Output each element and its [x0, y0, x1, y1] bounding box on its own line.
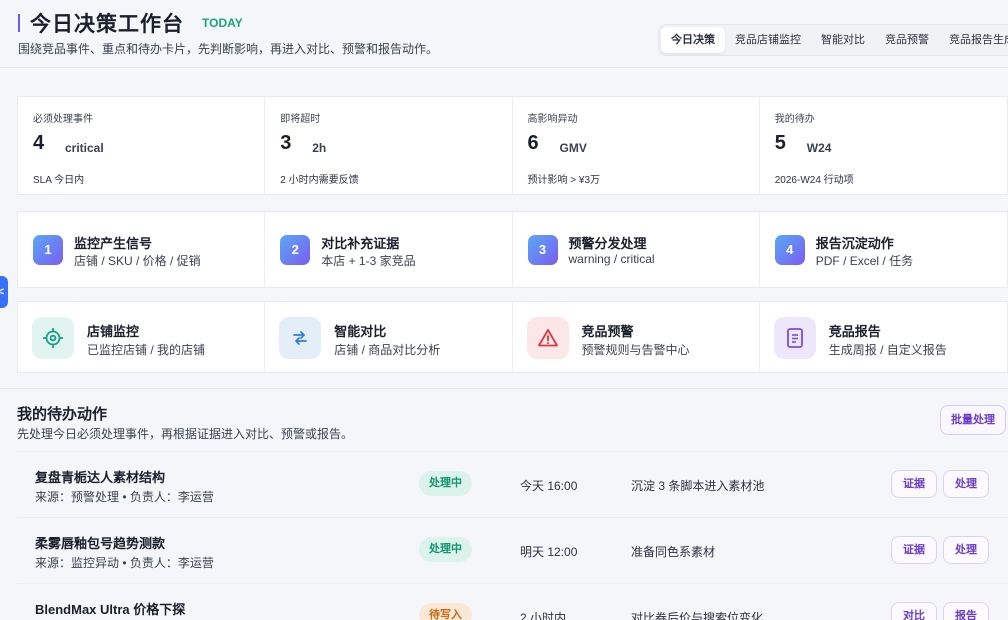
workflow-step: 2 对比补充证据 本店 + 1-3 家竞品 [265, 212, 513, 287]
stat-card[interactable]: 即将超时 3 2h 2 小时内需要反馈 [265, 97, 513, 194]
stat-value: 6 [527, 132, 539, 154]
todo-section: 我的待办动作 先处理今日必须处理事件，再根据证据进入对比、预警或报告。 批量处理… [0, 388, 1008, 620]
step-number-badge: 1 [33, 235, 63, 265]
warning-icon [526, 317, 569, 359]
tool-subtitle: 预警规则与告警中心 [581, 343, 690, 357]
step-subtitle: warning / critical [568, 252, 655, 266]
compare-button[interactable]: 对比 [891, 602, 937, 620]
todo-note: 对比券后价与搜索位变化 [631, 611, 764, 620]
todo-section-subtitle: 先处理今日必须处理事件，再根据证据进入对比、预警或报告。 [17, 427, 354, 441]
tool-subtitle: 店铺 / 商品对比分析 [334, 343, 441, 357]
tool-card-smart-compare[interactable]: 智能对比 店铺 / 商品对比分析 [265, 302, 513, 372]
stat-value: 4 [33, 132, 45, 154]
batch-process-button[interactable]: 批量处理 [940, 405, 1006, 435]
tab-shop-monitor[interactable]: 竞品店铺监控 [725, 27, 811, 53]
stat-footnote: 2 小时内需要反馈 [280, 175, 359, 186]
step-subtitle: PDF / Excel / 任务 [815, 254, 914, 268]
todo-name: 复盘青栀达人素材结构 [35, 470, 166, 485]
todo-name: 柔雾唇釉包号趋势测款 [35, 536, 166, 551]
tool-title: 智能对比 [334, 324, 387, 339]
step-title: 预警分发处理 [568, 236, 647, 251]
stat-footnote: 预计影响 > ¥3万 [527, 175, 601, 186]
stat-unit: critical [65, 141, 104, 155]
todo-note: 沉淀 3 条脚本进入素材池 [631, 479, 765, 493]
todo-name: BlendMax Ultra 价格下探 [35, 602, 186, 617]
tool-title: 竞品报告 [828, 324, 881, 339]
step-number-badge: 3 [527, 235, 558, 265]
target-icon [32, 317, 74, 359]
stat-unit: 2h [312, 141, 327, 155]
stats-panel: 必须处理事件 4 critical SLA 今日内 即将超时 3 2h 2 小时… [17, 96, 1008, 195]
todo-note: 准备同色系素材 [631, 545, 716, 559]
workflow-step: 3 预警分发处理 warning / critical [513, 212, 760, 287]
stat-label: 即将超时 [280, 114, 321, 125]
tool-shortcuts: 店铺监控 已监控店铺 / 我的店铺 智能对比 店铺 / 商品对比分析 竞品预警 … [17, 301, 1008, 373]
stat-label: 我的待办 [774, 114, 815, 125]
tool-card-competitor-alert[interactable]: 竞品预警 预警规则与告警中心 [513, 302, 760, 372]
todo-row: 柔雾唇釉包号趋势测款 来源：监控异动 • 负责人：李运营 处理中 明天 12:0… [17, 517, 1008, 583]
todo-meta: 来源：预警处理 • 负责人：李运营 [35, 490, 214, 504]
stat-unit: GMV [559, 141, 587, 155]
tool-subtitle: 已监控店铺 / 我的店铺 [87, 343, 206, 357]
workflow-step: 1 监控产生信号 店铺 / SKU / 价格 / 促销 [18, 212, 266, 287]
todo-due-time: 今天 16:00 [520, 479, 578, 493]
side-collapse-tab[interactable]: < [0, 276, 8, 308]
tool-title: 店铺监控 [87, 324, 140, 339]
step-title: 监控产生信号 [74, 236, 153, 251]
stat-unit: W24 [806, 141, 832, 155]
stat-label: 必须处理事件 [33, 114, 93, 125]
workflow-steps: 1 监控产生信号 店铺 / SKU / 价格 / 促销 2 对比补充证据 本店 … [17, 211, 1008, 288]
todo-row: 复盘青栀达人素材结构 来源：预警处理 • 负责人：李运营 处理中 今天 16:0… [17, 451, 1008, 517]
stat-card[interactable]: 高影响异动 6 GMV 预计影响 > ¥3万 [513, 97, 760, 194]
tool-card-shop-monitor[interactable]: 店铺监控 已监控店铺 / 我的店铺 [18, 302, 266, 372]
step-number-badge: 2 [280, 235, 311, 265]
page-title: 今日决策工作台 [30, 13, 184, 36]
report-button[interactable]: 报告 [943, 602, 989, 620]
page-header: 今日决策工作台 TODAY 围绕竞品事件、重点和待办卡片，先判断影响，再进入对比… [0, 0, 1008, 68]
tab-competitor-alert[interactable]: 竞品预警 [875, 27, 939, 53]
page-subtitle: 围绕竞品事件、重点和待办卡片，先判断影响，再进入对比、预警和报告动作。 [18, 42, 439, 56]
title-row: 今日决策工作台 TODAY [18, 8, 243, 38]
tab-smart-compare[interactable]: 智能对比 [811, 27, 875, 53]
step-number-badge: 4 [774, 235, 805, 265]
report-icon [773, 317, 816, 359]
tool-subtitle: 生成周报 / 自定义报告 [828, 343, 947, 357]
todo-meta: 来源：监控异动 • 负责人：李运营 [35, 556, 214, 570]
stat-value: 5 [774, 132, 786, 154]
step-title: 报告沉淀动作 [815, 236, 894, 251]
todo-section-title: 我的待办动作 [17, 406, 108, 423]
todo-due-time: 明天 12:00 [520, 545, 578, 559]
tool-card-report[interactable]: 竞品报告 生成周报 / 自定义报告 [760, 302, 1007, 372]
stat-label: 高影响异动 [527, 114, 578, 125]
today-badge: TODAY [202, 16, 243, 30]
step-title: 对比补充证据 [321, 236, 400, 251]
compare-arrows-icon [279, 317, 322, 359]
evidence-button[interactable]: 证据 [891, 536, 937, 564]
todo-row: BlendMax Ultra 价格下探 待写入 2 小时内 对比券后价与搜索位变… [17, 583, 1008, 620]
tool-title: 竞品预警 [581, 324, 634, 339]
todo-due-time: 2 小时内 [520, 611, 567, 620]
step-subtitle: 店铺 / SKU / 价格 / 促销 [74, 254, 201, 268]
workflow-step: 4 报告沉淀动作 PDF / Excel / 任务 [760, 212, 1007, 287]
tab-report-generation[interactable]: 竞品报告生成 [939, 27, 1008, 53]
tab-today-decision[interactable]: 今日决策 [661, 27, 725, 53]
stat-footnote: 2026-W24 行动项 [774, 175, 854, 186]
status-badge: 处理中 [419, 471, 472, 496]
stat-card[interactable]: 必须处理事件 4 critical SLA 今日内 [18, 97, 266, 194]
nav-tabs: 今日决策 竞品店铺监控 智能对比 竞品预警 竞品报告生成 [658, 24, 1008, 56]
evidence-button[interactable]: 证据 [891, 470, 937, 498]
process-button[interactable]: 处理 [943, 470, 989, 498]
stat-card[interactable]: 我的待办 5 W24 2026-W24 行动项 [760, 97, 1007, 194]
status-badge: 处理中 [419, 537, 472, 562]
stat-footnote: SLA 今日内 [33, 175, 85, 186]
title-accent-bar [18, 14, 20, 32]
stat-value: 3 [280, 132, 292, 154]
status-badge: 待写入 [419, 603, 472, 620]
step-subtitle: 本店 + 1-3 家竞品 [321, 254, 416, 268]
process-button[interactable]: 处理 [943, 536, 989, 564]
